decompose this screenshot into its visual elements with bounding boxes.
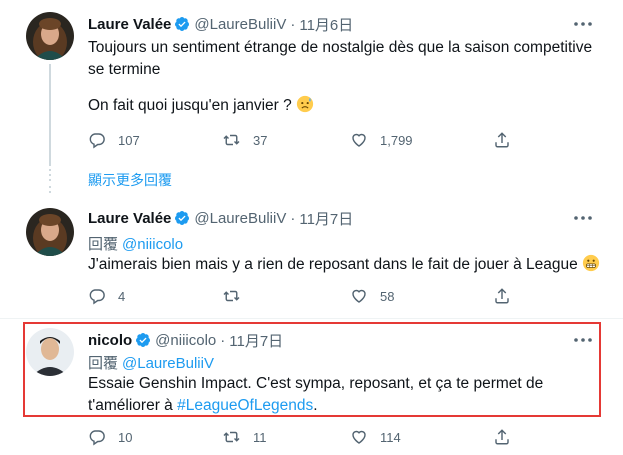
like-count: 58 — [380, 288, 395, 304]
heart-icon — [352, 289, 366, 303]
like-button[interactable]: 114 — [350, 427, 401, 447]
share-button[interactable] — [493, 286, 511, 306]
tweet-header: Laure Valée @LaureBuliiV · 11月6日 — [88, 14, 353, 34]
share-button[interactable] — [493, 427, 511, 447]
tweet-divider — [0, 318, 623, 319]
reply-count: 107 — [118, 132, 140, 148]
highlight-box — [23, 322, 601, 417]
tweet-text-line-2: se termine — [88, 61, 161, 78]
reply-icon — [89, 430, 105, 446]
tweet-text: J'aimerais bien mais y a rien de reposan… — [88, 254, 600, 279]
show-more-replies-link[interactable]: 顯示更多回覆 — [88, 170, 172, 190]
retweet-count: 37 — [253, 132, 268, 148]
tweet-header: Laure Valée @LaureBuliiV · 11月7日 — [88, 208, 353, 228]
share-icon — [495, 288, 509, 304]
like-count: 1,799 — [380, 132, 413, 148]
retweet-icon — [223, 290, 240, 302]
reply-count: 4 — [118, 288, 126, 304]
reply-button[interactable]: 10 — [88, 427, 132, 447]
tweet-text: Toujours un sentiment étrange de nostalg… — [88, 37, 592, 120]
avatar[interactable] — [26, 12, 74, 60]
replying-to: 回覆 @niiicolo — [88, 233, 183, 254]
retweet-icon — [223, 134, 240, 146]
replying-to-label: 回覆 — [88, 236, 119, 253]
like-count: 114 — [380, 429, 401, 445]
heart-icon — [352, 133, 366, 147]
verified-badge-icon — [174, 210, 190, 226]
reply-count: 10 — [118, 429, 133, 445]
tweet-actions: 4 58 — [88, 286, 518, 306]
separator-dot: · — [290, 15, 296, 33]
handle[interactable]: @LaureBuliiV — [194, 210, 286, 227]
grimacing-emoji-icon — [582, 254, 600, 279]
retweet-count: 11 — [253, 429, 267, 445]
collapsed-thread-dots — [49, 164, 51, 184]
replying-to-mention[interactable]: @niiicolo — [122, 236, 183, 253]
more-options-icon[interactable] — [573, 208, 593, 228]
sad-sweat-emoji-icon — [296, 95, 314, 120]
avatar[interactable] — [26, 208, 74, 256]
retweet-button[interactable]: 11 — [222, 427, 267, 447]
reply-button[interactable]: 107 — [88, 130, 140, 150]
timestamp[interactable]: 11月7日 — [299, 208, 353, 229]
heart-icon — [352, 430, 366, 444]
tweet-laure-2[interactable]: Laure Valée @LaureBuliiV · 11月7日 回覆 @niii… — [0, 196, 623, 312]
reply-icon — [89, 133, 105, 149]
like-button[interactable]: 58 — [350, 286, 394, 306]
reply-icon — [89, 289, 105, 305]
separator-dot: · — [290, 209, 296, 227]
reply-button[interactable]: 4 — [88, 286, 125, 306]
tweet-text-line-1: J'aimerais bien mais y a rien de reposan… — [88, 256, 578, 273]
retweet-button[interactable]: 37 — [222, 130, 267, 150]
tweet-actions: 107 37 1,799 — [88, 130, 518, 150]
collapsed-thread-dots-lower — [49, 186, 51, 196]
retweet-icon — [223, 431, 240, 443]
tweet-laure-1[interactable]: Laure Valée @LaureBuliiV · 11月6日 Toujour… — [0, 0, 623, 164]
thread-connector — [49, 64, 51, 164]
more-options-icon[interactable] — [573, 14, 593, 34]
share-icon — [495, 429, 509, 445]
display-name[interactable]: Laure Valée — [88, 210, 171, 227]
tweet-text-line-3-text: On fait quoi jusqu'en janvier ? — [88, 97, 292, 114]
display-name[interactable]: Laure Valée — [88, 16, 171, 33]
tweet-actions: 10 11 114 — [88, 427, 518, 447]
timestamp[interactable]: 11月6日 — [299, 14, 353, 35]
tweet-text-line-1: Toujours un sentiment étrange de nostalg… — [88, 39, 593, 56]
share-button[interactable] — [493, 130, 511, 150]
share-icon — [495, 132, 509, 148]
like-button[interactable]: 1,799 — [350, 130, 413, 150]
handle[interactable]: @LaureBuliiV — [194, 16, 286, 33]
retweet-button[interactable] — [222, 286, 253, 306]
tweet-text-line-3: On fait quoi jusqu'en janvier ? — [88, 95, 592, 120]
verified-badge-icon — [174, 16, 190, 32]
